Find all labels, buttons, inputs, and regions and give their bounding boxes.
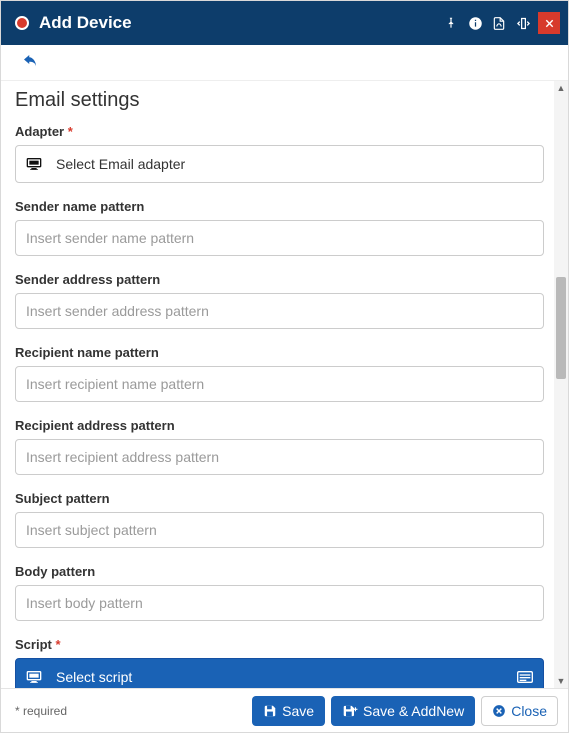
dialog-title: Add Device	[39, 13, 438, 33]
sender-address-label: Sender address pattern	[15, 272, 544, 287]
close-footer-button[interactable]: Close	[481, 696, 558, 726]
back-bar	[1, 45, 568, 81]
close-icon	[544, 18, 555, 29]
sender-name-label: Sender name pattern	[15, 199, 544, 214]
list-icon	[517, 671, 533, 683]
script-select-text: Select script	[56, 669, 132, 685]
recipient-address-input[interactable]	[15, 439, 544, 475]
expand-icon[interactable]	[512, 10, 534, 36]
close-footer-button-label: Close	[511, 703, 547, 719]
adapter-select[interactable]: Select Email adapter	[15, 145, 544, 183]
back-button[interactable]	[21, 54, 39, 71]
scroll-down-button[interactable]: ▼	[554, 674, 568, 688]
sender-address-input[interactable]	[15, 293, 544, 329]
close-button[interactable]	[538, 12, 560, 34]
body-label: Body pattern	[15, 564, 544, 579]
save-plus-icon	[342, 704, 358, 718]
save-addnew-button-label: Save & AddNew	[363, 703, 464, 719]
save-addnew-button[interactable]: Save & AddNew	[331, 696, 475, 726]
section-title: Email settings	[15, 89, 554, 112]
save-button[interactable]: Save	[252, 696, 325, 726]
dialog-header: Add Device	[1, 1, 568, 45]
scroll-up-button[interactable]: ▲	[554, 81, 568, 95]
recipient-name-label: Recipient name pattern	[15, 345, 544, 360]
record-icon	[15, 16, 29, 30]
save-button-label: Save	[282, 703, 314, 719]
adapter-label: Adapter *	[15, 124, 544, 139]
header-actions	[438, 10, 560, 36]
add-device-dialog: Add Device Email settings	[0, 0, 569, 733]
script-device-icon	[26, 670, 42, 684]
script-label: Script *	[15, 637, 544, 652]
save-icon	[263, 704, 277, 718]
close-circle-icon	[492, 704, 506, 718]
dialog-body: Email settings Adapter * Select Email ad…	[1, 81, 568, 688]
subject-label: Subject pattern	[15, 491, 544, 506]
scrollbar[interactable]: ▲ ▼	[554, 81, 568, 688]
dialog-footer: * required Save Save & AddNew Close	[1, 688, 568, 732]
recipient-name-input[interactable]	[15, 366, 544, 402]
required-note: * required	[15, 704, 246, 718]
sender-name-input[interactable]	[15, 220, 544, 256]
body-input[interactable]	[15, 585, 544, 621]
script-select[interactable]: Select script	[15, 658, 544, 688]
pdf-icon[interactable]	[488, 10, 510, 36]
subject-input[interactable]	[15, 512, 544, 548]
adapter-icon	[26, 157, 42, 171]
info-icon[interactable]	[464, 10, 486, 36]
undo-icon	[21, 54, 39, 68]
scrollbar-thumb[interactable]	[556, 277, 566, 379]
adapter-select-text: Select Email adapter	[56, 156, 185, 172]
form-scroll-content: Email settings Adapter * Select Email ad…	[1, 81, 554, 688]
pin-icon[interactable]	[440, 10, 462, 36]
recipient-address-label: Recipient address pattern	[15, 418, 544, 433]
